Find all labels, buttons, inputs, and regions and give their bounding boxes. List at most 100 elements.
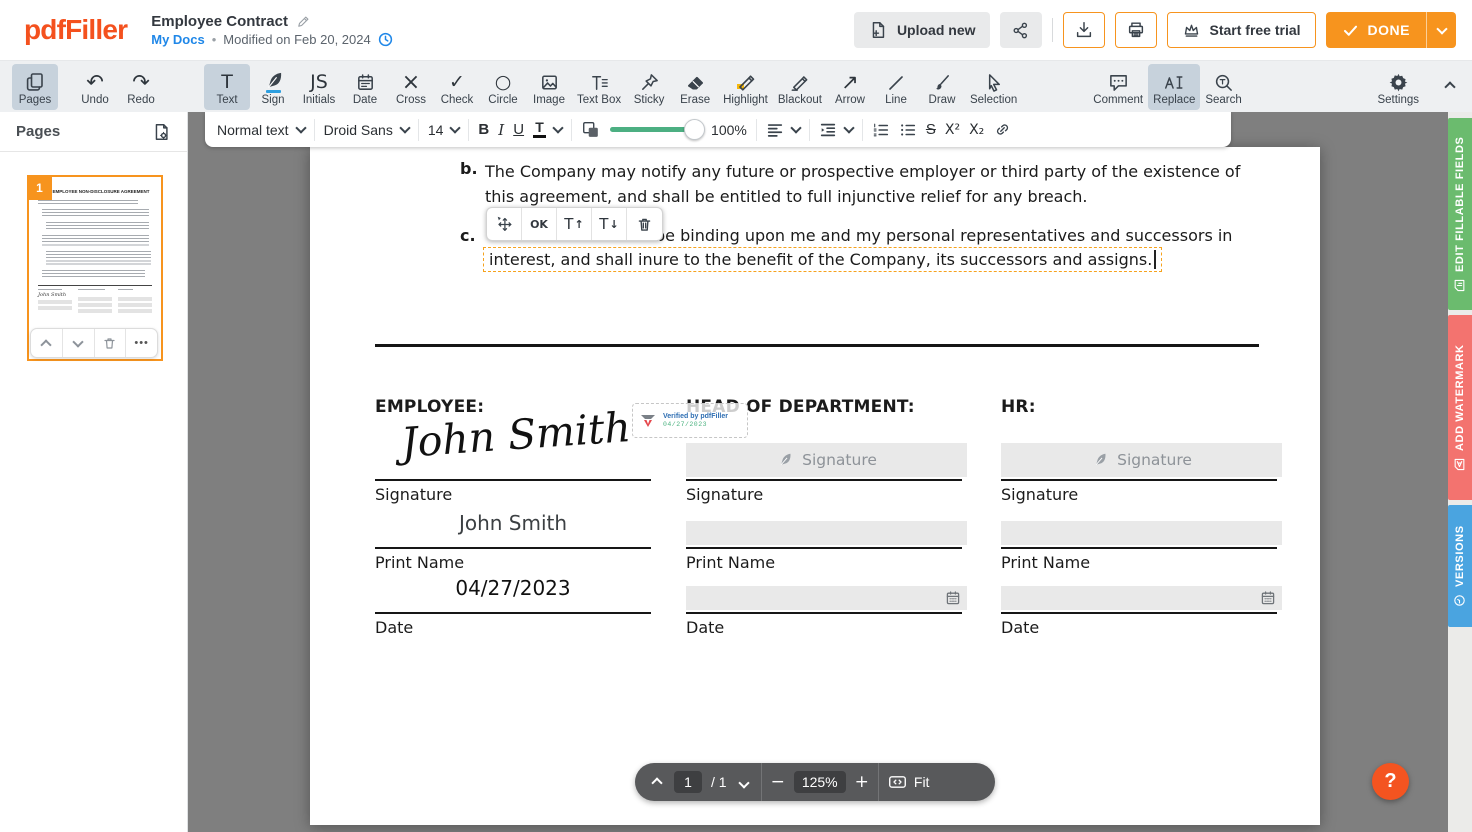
tab-add-watermark[interactable]: ADD WATERMARK <box>1448 315 1472 500</box>
page-down-button[interactable] <box>63 329 95 357</box>
delete-text-button[interactable] <box>627 208 662 240</box>
font-family-select[interactable]: Droid Sans <box>324 122 409 138</box>
signature-label: Signature <box>375 485 452 504</box>
link-button[interactable] <box>993 120 1012 139</box>
page-up-button[interactable] <box>649 770 665 794</box>
page-thumbnail[interactable]: 1 EMPLOYEE NON-DISCLOSURE AGREEMENT John… <box>27 175 163 361</box>
tool-erase[interactable]: Erase <box>672 64 718 110</box>
color-swatch <box>533 135 546 138</box>
delete-page-button[interactable] <box>95 329 127 357</box>
tool-sticky[interactable]: Sticky <box>626 64 672 110</box>
done-button[interactable]: DONE <box>1326 12 1426 48</box>
paragraph-style-select[interactable]: Normal text <box>217 122 305 138</box>
more-options-button[interactable]: ••• <box>126 329 157 357</box>
hr-date-field[interactable] <box>1001 586 1282 610</box>
text-color-button[interactable]: T <box>533 121 562 138</box>
tool-blackout[interactable]: Blackout <box>773 64 827 110</box>
tool-highlight[interactable]: Highlight <box>718 64 773 110</box>
page-number-input[interactable]: 1 <box>674 771 702 793</box>
font-size-select[interactable]: 14 <box>428 122 460 138</box>
clock-history-icon <box>1454 594 1467 607</box>
zoom-in-button[interactable]: + <box>855 772 869 792</box>
tool-comment[interactable]: Comment <box>1088 64 1148 110</box>
underline-button[interactable]: U <box>513 121 524 138</box>
align-button[interactable] <box>766 121 800 139</box>
tool-arrow[interactable]: ↗ Arrow <box>827 64 873 110</box>
employee-date-value[interactable]: 04/27/2023 <box>375 576 651 600</box>
department-signature-field[interactable]: Signature <box>686 443 967 477</box>
paragraph-b[interactable]: The Company may notify any future or pro… <box>485 159 1245 209</box>
breadcrumb-my-docs[interactable]: My Docs <box>151 32 204 47</box>
arrow-up-icon: ↑ <box>574 218 583 231</box>
department-date-field[interactable] <box>686 586 967 610</box>
print-button[interactable] <box>1115 12 1157 48</box>
font-increase-button[interactable]: T↑ <box>557 208 592 240</box>
help-button[interactable]: ? <box>1372 763 1409 800</box>
share-button[interactable] <box>1000 12 1042 48</box>
tab-edit-fillable-fields[interactable]: EDIT FILLABLE FIELDS <box>1448 118 1472 310</box>
ok-button[interactable]: OK <box>522 208 557 240</box>
check-tool-icon: ✓ <box>449 72 465 93</box>
tool-line[interactable]: Line <box>873 64 919 110</box>
tool-selection[interactable]: Selection <box>965 64 1022 110</box>
tool-cross[interactable]: × Cross <box>388 64 434 110</box>
zoom-level-input[interactable]: 125% <box>794 771 846 793</box>
verified-stamp[interactable]: Verified by pdfFiller 04/27/2023 <box>632 403 748 438</box>
tool-date[interactable]: Date <box>342 64 388 110</box>
hr-print-name-field[interactable] <box>1001 521 1282 545</box>
ordered-list-button[interactable] <box>872 121 890 139</box>
opacity-value: 100% <box>711 122 747 138</box>
download-button[interactable] <box>1063 12 1105 48</box>
tool-draw[interactable]: Draw <box>919 64 965 110</box>
pdffiller-logo[interactable]: pdfFiller <box>24 14 127 46</box>
comment-icon <box>1108 72 1129 93</box>
slider-knob[interactable] <box>684 119 705 140</box>
hr-column: HR: Signature Signature Print Name Date <box>1001 397 1283 642</box>
hr-signature-field[interactable]: Signature <box>1001 443 1282 477</box>
start-free-trial-button[interactable]: Start free trial <box>1167 12 1316 48</box>
tool-circle[interactable]: ○ Circle <box>480 64 526 110</box>
tool-text-box[interactable]: Text Box <box>572 64 626 110</box>
strikethrough-button[interactable]: S <box>926 121 936 138</box>
initials-icon: JS <box>310 72 328 93</box>
opacity-icon[interactable] <box>581 120 601 140</box>
employee-print-name-value[interactable]: John Smith <box>375 511 651 535</box>
subscript-button[interactable]: X₂ <box>969 122 984 138</box>
verified-text: Verified by pdfFiller <box>663 413 728 420</box>
collapse-toolbar-button[interactable] <box>1440 72 1460 102</box>
fit-icon <box>888 774 907 790</box>
done-dropdown-button[interactable] <box>1426 12 1456 48</box>
page-up-button[interactable] <box>31 329 63 357</box>
opacity-slider[interactable] <box>610 127 696 132</box>
zoom-out-button[interactable]: − <box>771 772 785 792</box>
department-print-name-field[interactable] <box>686 521 967 545</box>
superscript-button[interactable]: X² <box>945 122 960 138</box>
paragraph-c-editing-box[interactable]: interest, and shall inure to the benefit… <box>483 247 1162 272</box>
upload-new-button[interactable]: Upload new <box>854 12 990 48</box>
indent-button[interactable] <box>819 121 853 139</box>
bullet-list-button[interactable] <box>899 121 917 139</box>
document-title-block: Employee Contract My Docs • Modified on … <box>151 13 392 47</box>
tool-check[interactable]: ✓ Check <box>434 64 480 110</box>
tool-settings[interactable]: Settings <box>1372 64 1424 110</box>
font-decrease-button[interactable]: T↓ <box>592 208 627 240</box>
tool-initials[interactable]: JS Initials <box>296 64 342 110</box>
breadcrumb-separator: • <box>212 32 217 47</box>
tool-replace[interactable]: Replace <box>1148 64 1200 110</box>
tool-pages[interactable]: Pages <box>12 64 58 110</box>
paragraph-c-line1[interactable]: be binding upon me and my personal repre… <box>655 226 1232 245</box>
edit-title-icon[interactable] <box>296 15 310 29</box>
page-settings-icon[interactable] <box>151 122 171 142</box>
tool-redo[interactable]: ↷ Redo <box>118 64 164 110</box>
page-down-button[interactable] <box>736 770 752 794</box>
tab-versions[interactable]: VERSIONS <box>1448 505 1472 627</box>
fit-to-width-button[interactable]: Fit <box>888 774 930 790</box>
move-text-button[interactable] <box>487 208 522 240</box>
tool-search[interactable]: Search <box>1200 64 1246 110</box>
bold-button[interactable]: B <box>478 121 489 138</box>
tool-undo[interactable]: ↶ Undo <box>72 64 118 110</box>
tool-sign[interactable]: Sign <box>250 64 296 110</box>
tool-image[interactable]: Image <box>526 64 572 110</box>
italic-button[interactable]: I <box>498 121 504 139</box>
tool-text[interactable]: T Text <box>204 64 250 110</box>
